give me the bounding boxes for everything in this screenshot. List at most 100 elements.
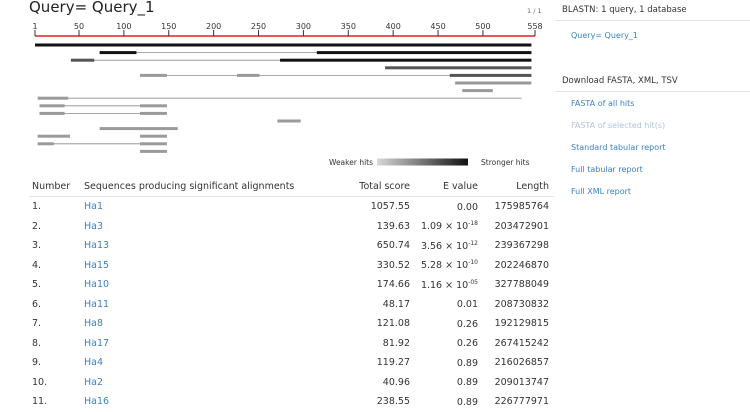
alignment-segment (39, 104, 65, 108)
alignment-track[interactable] (37, 142, 167, 146)
e-value: 1.16 × 10-05 (410, 275, 478, 295)
e-value-base: 0.89 (456, 377, 478, 389)
sequence-length: 203472901 (494, 220, 549, 232)
total-score: 139.63 (376, 220, 410, 232)
e-value-exponent: -12 (468, 239, 478, 247)
e-value-base: 1.16 × 10 (420, 279, 469, 291)
e-value: 1.09 × 10-18 (410, 217, 478, 237)
alignment-track[interactable] (37, 134, 167, 138)
sequence-length: 327788049 (494, 279, 549, 291)
alignment-track[interactable] (39, 111, 167, 115)
alignment-track[interactable] (462, 89, 493, 93)
hit-link[interactable]: Ha8 (84, 318, 103, 329)
hit-link[interactable]: Ha11 (84, 299, 109, 310)
alignment-track[interactable] (39, 104, 167, 108)
table-row: 5. Ha10 174.66 1.16 × 10-05 327788049 (29, 275, 554, 295)
alignment-segment (140, 134, 167, 138)
total-score: 121.08 (376, 318, 410, 330)
e-value: 0.89 (410, 392, 478, 412)
e-value-base: 0.89 (456, 396, 478, 408)
alignment-track[interactable] (140, 149, 167, 153)
e-value: 3.56 × 10-12 (410, 236, 478, 256)
axis-tick-label: 1 (32, 22, 37, 31)
total-score: 238.55 (376, 396, 410, 408)
table-row: 6. Ha11 48.17 0.01 208730832 (29, 295, 554, 315)
hit-link[interactable]: Ha13 (84, 240, 109, 251)
hit-link[interactable]: Ha10 (84, 279, 109, 290)
alignment-segment (277, 119, 301, 123)
sequence-axis: 1 50 100 150 200 250 300 350 400 450 500 558 (32, 22, 543, 37)
hit-link[interactable]: Ha17 (84, 338, 109, 349)
alignment-track[interactable] (35, 43, 532, 47)
alignment-segment (140, 149, 167, 153)
alignment-track[interactable] (37, 96, 522, 100)
row-number: 3. (32, 240, 42, 252)
header-total-score: Total score (314, 176, 410, 197)
axis-tick-label: 400 (386, 22, 401, 31)
alignment-track[interactable] (70, 58, 532, 62)
alignment-segment (99, 51, 137, 55)
hit-link[interactable]: Ha4 (84, 357, 103, 368)
axis-tick-label: 500 (475, 22, 490, 31)
sequence-length: 216026857 (494, 357, 549, 369)
e-value: 0.26 (410, 314, 478, 334)
axis-tick-label: 450 (430, 22, 445, 31)
alignment-segment (316, 51, 532, 55)
hit-link[interactable]: Ha1 (84, 201, 103, 212)
total-score: 1057.55 (370, 201, 410, 213)
alignment-segment (70, 58, 95, 62)
sidebar-query-link[interactable]: Query= Query_1 (556, 31, 750, 40)
row-number: 9. (32, 357, 42, 369)
download-full-xml-link[interactable]: Full XML report (556, 187, 750, 196)
row-number: 5. (32, 279, 42, 291)
download-standard-tabular-link[interactable]: Standard tabular report (556, 143, 750, 152)
header-e-value: E value (410, 176, 478, 197)
alignment-segment (140, 142, 167, 146)
hit-link[interactable]: Ha2 (84, 377, 103, 388)
sequence-length: 192129815 (494, 318, 549, 330)
results-panel: Query= Query_1 1 / 1 1 50 100 150 200 250 300 3… (0, 0, 555, 410)
e-value: 0.00 (410, 197, 478, 217)
alignment-track[interactable] (99, 51, 532, 55)
header-description: Sequences producing significant alignmen… (84, 176, 314, 197)
table-row: 1. Ha1 1057.55 0.00 175985764 (29, 197, 554, 217)
axis-tick-label: 250 (251, 22, 266, 31)
download-fasta-all-link[interactable]: FASTA of all hits (556, 99, 750, 108)
sequence-length: 202246870 (494, 259, 549, 271)
alignment-tracks (35, 43, 532, 153)
download-section-title: Download FASTA, XML, TSV (556, 71, 750, 92)
total-score: 81.92 (382, 337, 410, 349)
e-value: 0.26 (410, 334, 478, 354)
table-row: 8. Ha17 81.92 0.26 267415242 (29, 334, 554, 354)
e-value: 0.89 (410, 373, 478, 393)
hit-strength-legend: Weaker hits Stronger hits (329, 158, 530, 167)
alignment-track[interactable] (99, 127, 178, 131)
legend-weaker-label: Weaker hits (329, 158, 373, 167)
e-value: 5.28 × 10-10 (410, 256, 478, 276)
download-full-tabular-link[interactable]: Full tabular report (556, 165, 750, 174)
legend-stronger-label: Stronger hits (481, 158, 530, 167)
alignment-segment (99, 127, 178, 131)
axis-tick-label: 558 (527, 22, 542, 31)
hit-link[interactable]: Ha16 (84, 396, 109, 407)
alignment-track[interactable] (277, 119, 301, 123)
axis-tick-label: 50 (74, 22, 84, 31)
e-value-base: 0.01 (456, 299, 478, 311)
alignment-track[interactable] (385, 66, 532, 70)
total-score: 119.27 (376, 357, 410, 369)
axis-tick-label: 200 (206, 22, 221, 31)
alignment-segment (37, 142, 54, 146)
hit-link[interactable]: Ha15 (84, 260, 109, 271)
alignment-track[interactable] (455, 81, 532, 85)
hit-link[interactable]: Ha3 (84, 221, 103, 232)
axis-tick-label: 100 (116, 22, 131, 31)
e-value-base: 0.26 (456, 338, 478, 350)
table-row: 9. Ha4 119.27 0.89 216026857 (29, 353, 554, 373)
e-value-base: 5.28 × 10 (420, 260, 469, 272)
row-number: 6. (32, 298, 42, 310)
table-row: 10. Ha2 40.96 0.89 209013747 (29, 373, 554, 393)
e-value-exponent: -18 (468, 220, 478, 228)
axis-tick-label: 350 (341, 22, 356, 31)
sequence-length: 209013747 (494, 376, 549, 388)
alignment-track[interactable] (140, 73, 532, 77)
